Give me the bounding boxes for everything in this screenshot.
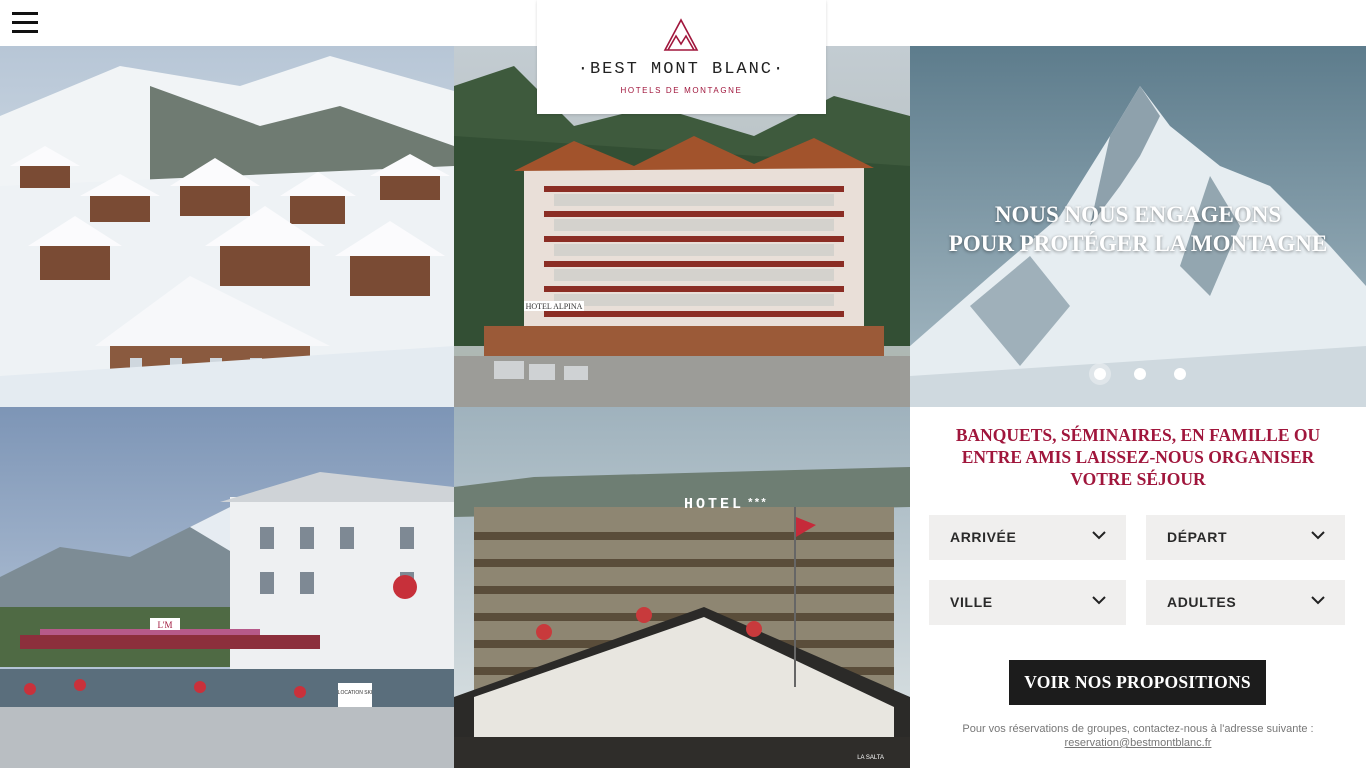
view-proposals-button[interactable]: VOIR NOS PROPOSITIONS — [1009, 660, 1266, 705]
group-booking-note: Pour vos réservations de groupes, contac… — [910, 722, 1366, 750]
brand-logo[interactable]: ·BEST MONT BLANC· HOTELS DE MONTAGNE — [537, 0, 826, 114]
la-salta-sign: LA SALTA — [857, 755, 884, 761]
adults-select[interactable]: ADULTES — [1146, 580, 1345, 625]
adults-label: ADULTES — [1167, 594, 1237, 610]
hamburger-menu-icon[interactable] — [12, 11, 38, 35]
ski-rental-sign: LOCATION SKI — [338, 690, 373, 696]
snowy-village-photo — [0, 46, 454, 407]
hotel-alpina-sign: HOTEL ALPINA — [526, 302, 583, 311]
mountain-logo-icon — [663, 18, 699, 51]
lm-sign: L'M — [157, 620, 172, 630]
group-booking-panel: BANQUETS, SÉMINAIRES, EN FAMILLE OU ENTR… — [910, 407, 1366, 768]
booking-title: BANQUETS, SÉMINAIRES, EN FAMILLE OU ENTR… — [910, 424, 1366, 490]
chevron-down-icon — [1311, 531, 1325, 540]
slider-dot-1[interactable] — [1094, 368, 1106, 380]
reservation-email-link[interactable]: reservation@bestmontblanc.fr — [1065, 736, 1212, 750]
booking-title-line-3: VOTRE SÉJOUR — [1070, 469, 1206, 489]
departure-label: DÉPART — [1167, 529, 1228, 545]
hotel-stars-sign: *** — [747, 498, 767, 510]
booking-title-line-1: BANQUETS, SÉMINAIRES, EN FAMILLE OU — [955, 425, 1321, 445]
menu-line — [12, 30, 38, 33]
mountain-peak-photo: NOUS NOUS ENGAGEONS POUR PROTÉGER LA MON… — [910, 46, 1366, 407]
hotel-facade-photo: HOTEL *** LA SALTA — [454, 407, 910, 768]
slider-dot-3[interactable] — [1174, 368, 1186, 380]
arrival-label: ARRIVÉE — [950, 529, 1017, 545]
menu-line — [12, 12, 38, 15]
hero-line-2: POUR PROTÉGER LA MONTAGNE — [948, 231, 1328, 256]
hotel-sign: HOTEL — [684, 496, 744, 513]
slider-dot-2[interactable] — [1134, 368, 1146, 380]
booking-title-line-2: ENTRE AMIS LAISSEZ-NOUS ORGANISER — [961, 447, 1315, 467]
hotel-terrace-photo: L'M LOCATION SKI — [0, 407, 454, 768]
hero-headline: NOUS NOUS ENGAGEONS POUR PROTÉGER LA MON… — [910, 200, 1366, 258]
departure-select[interactable]: DÉPART — [1146, 515, 1345, 560]
brand-name: ·BEST MONT BLANC· — [577, 60, 786, 79]
city-label: VILLE — [950, 594, 993, 610]
chevron-down-icon — [1311, 596, 1325, 605]
menu-line — [12, 21, 38, 24]
slider-dots — [1090, 366, 1190, 382]
chevron-down-icon — [1092, 531, 1106, 540]
hero-line-1: NOUS NOUS ENGAGEONS — [994, 202, 1282, 227]
group-booking-note-text: Pour vos réservations de groupes, contac… — [962, 723, 1314, 735]
brand-tagline: HOTELS DE MONTAGNE — [620, 86, 743, 95]
arrival-select[interactable]: ARRIVÉE — [929, 515, 1126, 560]
city-select[interactable]: VILLE — [929, 580, 1126, 625]
chevron-down-icon — [1092, 596, 1106, 605]
